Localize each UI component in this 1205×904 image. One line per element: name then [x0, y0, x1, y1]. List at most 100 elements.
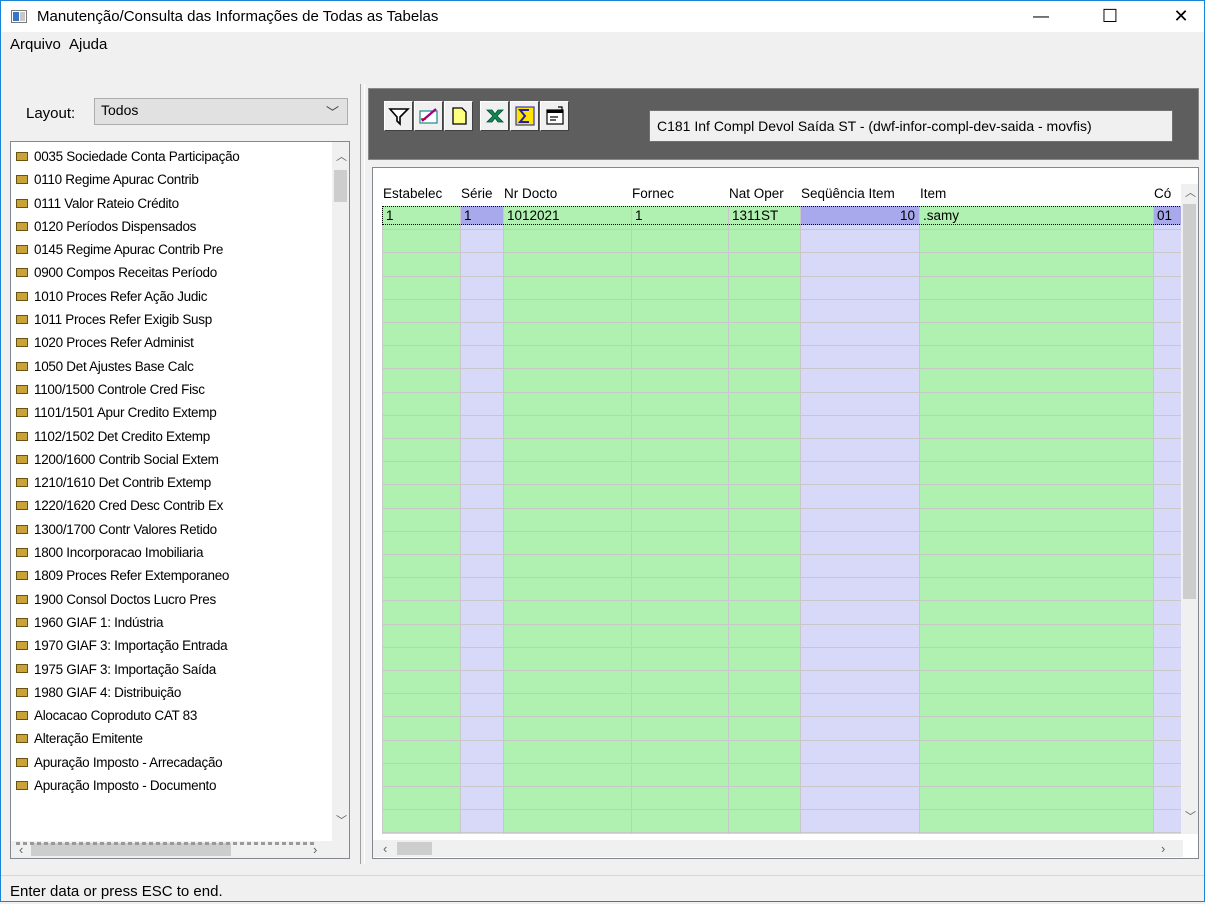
tree-item[interactable]: 1975 GIAF 3: Importação Saída	[16, 658, 326, 681]
grid-horizontal-scrollbar[interactable]: ‹ ›	[373, 840, 1183, 857]
tree-vertical-scrollbar[interactable]: ︿ ﹀	[332, 142, 349, 842]
tree-item[interactable]: 0145 Regime Apurac Contrib Pre	[16, 238, 326, 261]
edit-icon[interactable]	[414, 101, 443, 131]
tree-item-label: 1011 Proces Refer Exigib Susp	[34, 312, 212, 328]
tree-item[interactable]: Apuração Imposto - Documento	[16, 774, 326, 797]
tree-item[interactable]: 1300/1700 Contr Valores Retido	[16, 518, 326, 541]
tree-item[interactable]: Alocacao Coproduto CAT 83	[16, 704, 326, 727]
column-header[interactable]: Fornec	[632, 185, 728, 203]
grid-scroll-thumb[interactable]	[1183, 204, 1196, 599]
tree-item-label: 1800 Incorporacao Imobiliaria	[34, 545, 204, 561]
tree-item-label: 1900 Consol Doctos Lucro Pres	[34, 591, 216, 607]
grid-scroll-down-icon[interactable]: ﹀	[1185, 808, 1196, 824]
row-divider	[382, 461, 1182, 463]
table-tree[interactable]: 0035 Sociedade Conta Participação 0110 Re…	[10, 141, 350, 859]
tree-item[interactable]: 1100/1500 Controle Cred Fisc	[16, 378, 326, 401]
scroll-down-icon[interactable]: ﹀	[336, 812, 347, 828]
table-info-field: C181 Inf Compl Devol Saída ST - (dwf-inf…	[649, 110, 1173, 142]
folder-icon	[16, 780, 28, 790]
folder-icon	[16, 501, 28, 511]
main-window: Manutenção/Consulta das Informações de T…	[0, 0, 1205, 902]
row-divider	[382, 832, 1182, 834]
tree-item[interactable]: 1101/1501 Apur Credito Extemp	[16, 401, 326, 424]
column-header[interactable]: Item	[920, 185, 1153, 203]
grid-scroll-right-icon[interactable]: ›	[1161, 841, 1165, 856]
folder-icon	[16, 361, 28, 371]
tree-item[interactable]: 0111 Valor Rateio Crédito	[16, 192, 326, 215]
row-divider	[382, 646, 1182, 648]
tree-item[interactable]: 1970 GIAF 3: Importação Entrada	[16, 634, 326, 657]
tree-item-label: 0110 Regime Apurac Contrib	[34, 172, 199, 188]
folder-icon	[16, 687, 28, 697]
maximize-button[interactable]: ☐	[1087, 1, 1133, 32]
scroll-up-icon[interactable]: ︿	[336, 148, 347, 164]
column-header[interactable]: Série	[461, 185, 503, 203]
grid-vertical-scrollbar[interactable]: ︿ ﹀	[1181, 184, 1198, 834]
tree-item-label: 0035 Sociedade Conta Participação	[34, 149, 240, 164]
tree-item-label: 0900 Compos Receitas Período	[34, 265, 217, 281]
menu-arquivo[interactable]: Arquivo	[10, 36, 61, 53]
tree-item-label: 0111 Valor Rateio Crédito	[34, 195, 179, 211]
filter-icon[interactable]	[384, 101, 413, 131]
tree-item[interactable]: 0120 Períodos Dispensados	[16, 215, 326, 238]
column-header[interactable]: Estabelec	[383, 185, 460, 203]
status-bar: Enter data or press ESC to end.	[1, 875, 1204, 904]
tree-item-label: 1020 Proces Refer Administ	[34, 335, 194, 351]
tree-item-label: 1980 GIAF 4: Distribuição	[34, 684, 182, 700]
column-header[interactable]: Seqüência Item	[801, 185, 919, 203]
tree-item[interactable]: 1011 Proces Refer Exigib Susp	[16, 308, 326, 331]
row-divider	[382, 414, 1182, 416]
grid-hscroll-thumb[interactable]	[397, 842, 432, 855]
minimize-button[interactable]: —	[1018, 1, 1064, 32]
folder-icon	[16, 291, 28, 301]
tree-item[interactable]: 1809 Proces Refer Extemporaneo	[16, 564, 326, 587]
properties-icon[interactable]	[540, 101, 569, 131]
tree-item[interactable]: 1050 Det Ajustes Base Calc	[16, 355, 326, 378]
column-header[interactable]: Nat Oper	[729, 185, 800, 203]
tree-item[interactable]: 0110 Regime Apurac Contrib	[16, 168, 326, 191]
layout-dropdown[interactable]: Todos ﹀	[94, 98, 348, 125]
close-button[interactable]: ✕	[1158, 1, 1204, 32]
column-header[interactable]: Nr Docto	[504, 185, 631, 203]
toolbar-panel: C181 Inf Compl Devol Saída ST - (dwf-inf…	[368, 88, 1199, 160]
tree-item[interactable]: Alteração Emitente	[16, 727, 326, 750]
tree-item[interactable]: Apuração Imposto - Arrecadação	[16, 751, 326, 774]
splitter[interactable]	[360, 84, 365, 864]
row-divider	[382, 693, 1182, 695]
folder-icon	[16, 734, 28, 744]
data-grid[interactable]: Estabelec Série Nr Docto Fornec Nat Oper Seqü…	[372, 167, 1199, 859]
row-divider	[382, 298, 1182, 300]
app-icon	[11, 10, 27, 23]
scroll-thumb[interactable]	[334, 170, 347, 202]
selected-row[interactable]	[382, 206, 1182, 225]
tree-item-cutoff	[16, 842, 316, 845]
tree-item[interactable]: 1102/1502 Det Credito Extemp	[16, 425, 326, 448]
menu-ajuda[interactable]: Ajuda	[69, 36, 107, 53]
layout-value: Todos	[101, 102, 139, 118]
tree-item[interactable]: 1960 GIAF 1: Indústria	[16, 611, 326, 634]
folder-icon	[16, 594, 28, 604]
tree-item[interactable]: 0035 Sociedade Conta Participação	[16, 145, 326, 168]
tree-item[interactable]: 1020 Proces Refer Administ	[16, 331, 326, 354]
sum-icon[interactable]	[510, 101, 539, 131]
tree-item[interactable]: 1200/1600 Contrib Social Extem	[16, 448, 326, 471]
layout-label: Layout:	[26, 105, 76, 122]
row-divider	[382, 577, 1182, 579]
grid-scroll-left-icon[interactable]: ‹	[383, 841, 387, 856]
row-divider	[382, 739, 1182, 741]
tree-item[interactable]: 1980 GIAF 4: Distribuição	[16, 681, 326, 704]
new-icon[interactable]	[444, 101, 473, 131]
column-header[interactable]: Có	[1154, 185, 1183, 203]
tree-item-label: 0145 Regime Apurac Contrib Pre	[34, 242, 224, 258]
tree-item[interactable]: 1900 Consol Doctos Lucro Pres	[16, 588, 326, 611]
tree-item-label: Alocacao Coproduto CAT 83	[34, 708, 198, 724]
tree-item[interactable]: 1010 Proces Refer Ação Judic	[16, 285, 326, 308]
tree-item[interactable]: 0900 Compos Receitas Período	[16, 261, 326, 284]
grid-scroll-up-icon[interactable]: ︿	[1185, 184, 1196, 200]
tree-item[interactable]: 1220/1620 Cred Desc Contrib Ex	[16, 494, 326, 517]
excel-icon[interactable]	[480, 101, 509, 131]
tree-item[interactable]: 1210/1610 Det Contrib Extemp	[16, 471, 326, 494]
row-divider	[382, 530, 1182, 532]
tree-item[interactable]: 1800 Incorporacao Imobiliaria	[16, 541, 326, 564]
tree-item-label: 1102/1502 Det Credito Extemp	[34, 428, 210, 444]
